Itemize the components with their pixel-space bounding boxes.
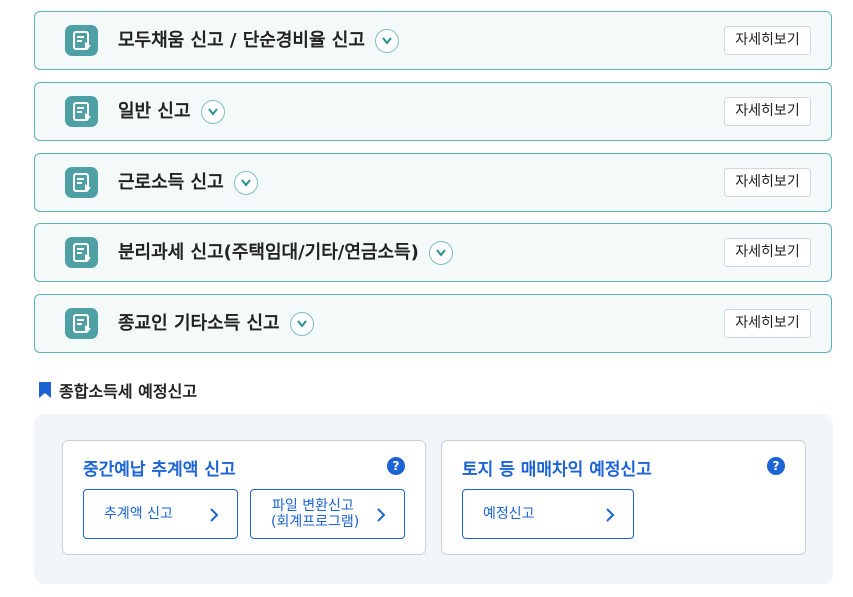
detail-button[interactable]: 자세히보기 xyxy=(724,238,811,267)
section-title-text: 종합소득세 예정신고 xyxy=(59,382,198,401)
button-label: 예정신고 xyxy=(483,506,535,522)
bookmark-icon xyxy=(39,382,51,398)
chevron-down-icon[interactable] xyxy=(200,99,225,124)
accordion-title-text: 근로소득 신고 xyxy=(118,172,224,193)
accordion-title[interactable]: 근로소득 신고 xyxy=(118,154,258,211)
chevron-down-icon[interactable] xyxy=(428,240,453,265)
estimated-filing-panel: 중간예납 추계액 신고 ? 추계액 신고 파일 변환신고 (회계프로그램) 토지… xyxy=(34,414,833,584)
chevron-down-icon[interactable] xyxy=(233,170,258,195)
card-interim-prepayment: 중간예납 추계액 신고 ? 추계액 신고 파일 변환신고 (회계프로그램) xyxy=(62,440,426,555)
accordion-title-text: 분리과세 신고(주택임대/기타/연금소득) xyxy=(118,242,419,263)
accordion-title[interactable]: 분리과세 신고(주택임대/기타/연금소득) xyxy=(118,224,453,281)
document-icon xyxy=(65,25,98,56)
help-icon[interactable]: ? xyxy=(767,457,785,475)
document-icon xyxy=(65,308,98,339)
estimated-filing-button[interactable]: 예정신고 xyxy=(462,489,634,539)
section-title: 종합소득세 예정신고 xyxy=(38,378,197,402)
chevron-down-icon[interactable] xyxy=(289,311,314,336)
accordion-item[interactable]: 종교인 기타소득 신고 자세히보기 xyxy=(34,294,832,353)
button-label: 파일 변환신고 (회계프로그램) xyxy=(271,498,360,530)
accordion-title[interactable]: 종교인 기타소득 신고 xyxy=(118,295,314,352)
document-icon xyxy=(65,167,98,198)
chevron-right-icon xyxy=(606,508,615,522)
file-conversion-button[interactable]: 파일 변환신고 (회계프로그램) xyxy=(250,489,405,539)
chevron-down-icon[interactable] xyxy=(374,28,399,53)
estimate-filing-button[interactable]: 추계액 신고 xyxy=(83,489,238,539)
detail-button[interactable]: 자세히보기 xyxy=(724,168,811,197)
accordion-item[interactable]: 모두채움 신고 / 단순경비율 신고 자세히보기 xyxy=(34,11,832,70)
detail-button[interactable]: 자세히보기 xyxy=(724,26,811,55)
accordion-title-text: 일반 신고 xyxy=(118,101,191,122)
chevron-right-icon xyxy=(377,508,386,522)
accordion-title-text: 모두채움 신고 / 단순경비율 신고 xyxy=(118,30,365,51)
card-land-sale-gain: 토지 등 매매차익 예정신고 ? 예정신고 xyxy=(441,440,806,555)
accordion-item[interactable]: 일반 신고 자세히보기 xyxy=(34,82,832,141)
accordion-item[interactable]: 분리과세 신고(주택임대/기타/연금소득) 자세히보기 xyxy=(34,223,832,282)
document-icon xyxy=(65,96,98,127)
detail-button[interactable]: 자세히보기 xyxy=(724,97,811,126)
document-icon xyxy=(65,237,98,268)
accordion-item[interactable]: 근로소득 신고 자세히보기 xyxy=(34,153,832,212)
card-title: 토지 등 매매차익 예정신고 xyxy=(462,460,652,480)
detail-button[interactable]: 자세히보기 xyxy=(724,309,811,338)
chevron-right-icon xyxy=(210,508,219,522)
accordion-title[interactable]: 일반 신고 xyxy=(118,83,225,140)
card-title: 중간예납 추계액 신고 xyxy=(83,460,236,480)
button-label: 추계액 신고 xyxy=(104,506,173,522)
accordion-title[interactable]: 모두채움 신고 / 단순경비율 신고 xyxy=(118,12,399,69)
help-icon[interactable]: ? xyxy=(387,457,405,475)
accordion-title-text: 종교인 기타소득 신고 xyxy=(118,313,280,334)
